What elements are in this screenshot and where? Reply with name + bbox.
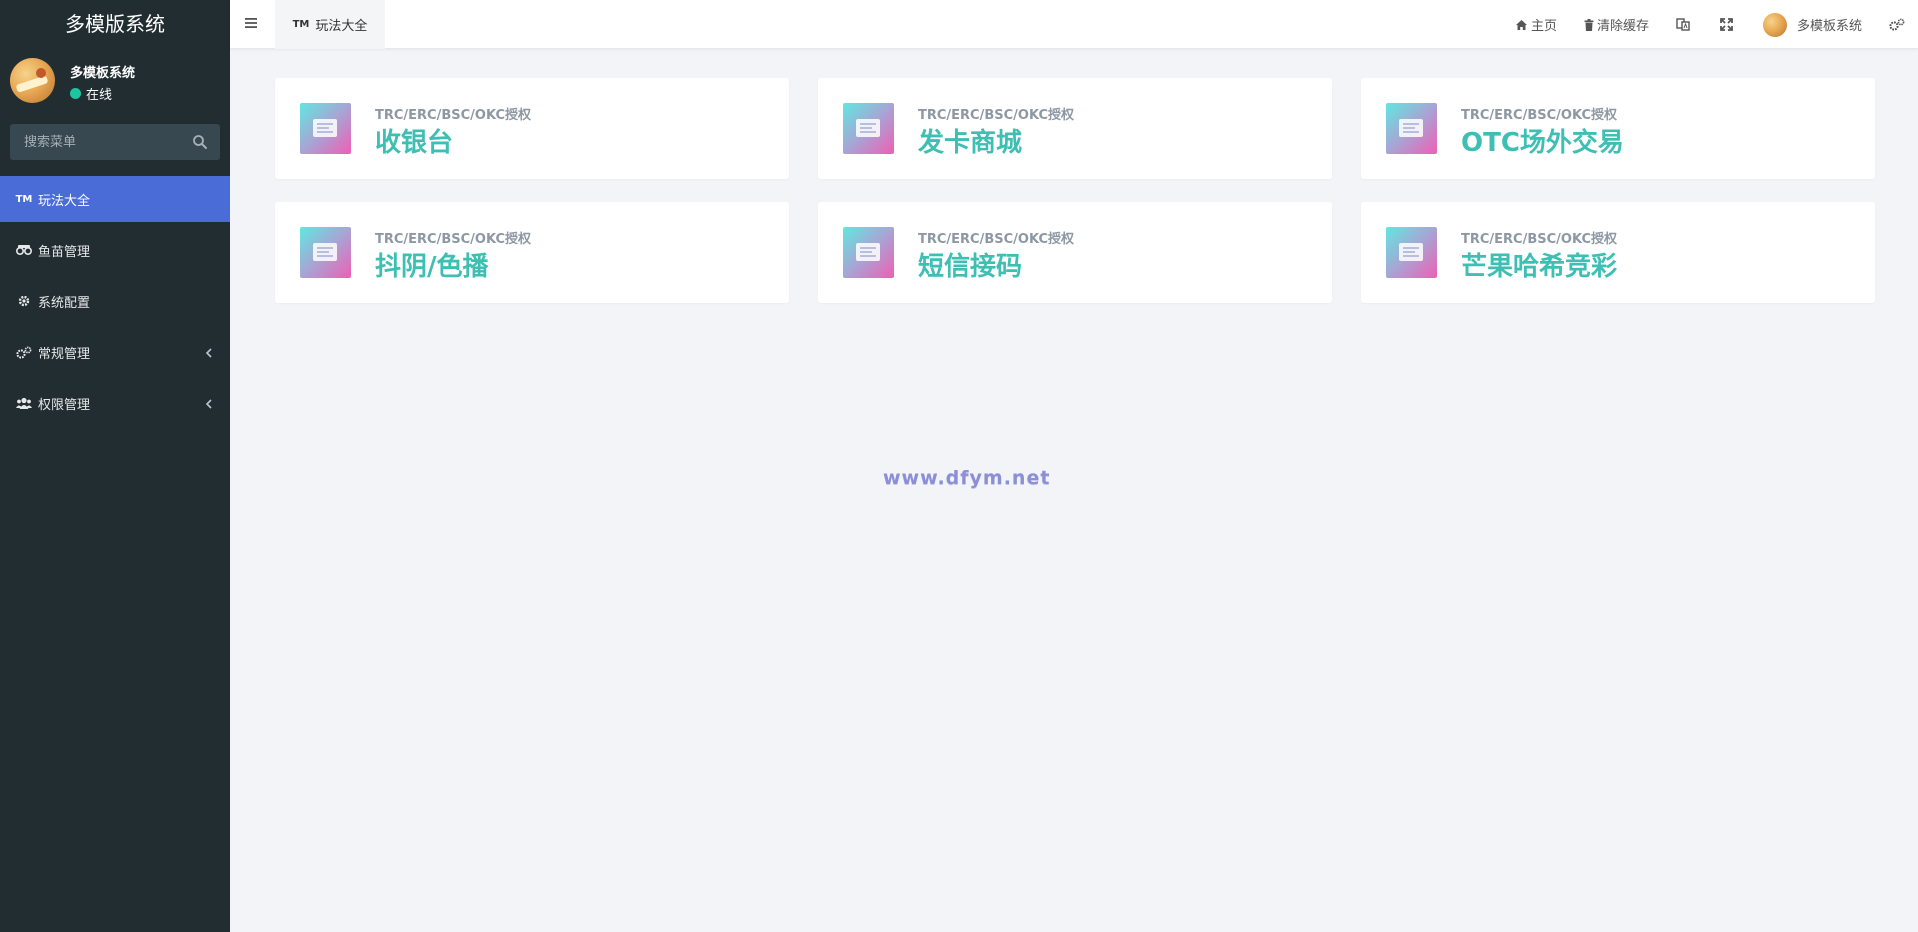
tm-icon: TM [15, 193, 33, 205]
gears-icon [16, 345, 32, 359]
document-icon [1386, 103, 1437, 154]
card-title: 短信接码 [918, 252, 1023, 282]
sidebar-item-gameplay[interactable]: TM 玩法大全 [0, 176, 230, 222]
card-subtitle: TRC/ERC/BSC/OKC授权 [1461, 232, 1617, 247]
app-card-otc[interactable]: TRC/ERC/BSC/OKC授权 OTC场外交易 [1361, 78, 1875, 179]
app-card-cashier[interactable]: TRC/ERC/BSC/OKC授权 收银台 [275, 78, 789, 179]
home-link[interactable]: 主页 [1515, 15, 1557, 34]
sidebar-item-label: 鱼苗管理 [38, 244, 91, 260]
avatar [1762, 12, 1787, 37]
card-title: 抖阴/色播 [375, 252, 489, 282]
card-title: 发卡商城 [918, 128, 1023, 158]
translate-button[interactable] [1676, 18, 1693, 31]
card-subtitle: TRC/ERC/BSC/OKC授权 [918, 108, 1074, 123]
sidebar-item-label: 常规管理 [38, 346, 91, 362]
menu-toggle-icon[interactable] [244, 16, 258, 30]
sidebar-item-system-config[interactable]: 系统配置 [0, 278, 230, 324]
card-title: 芒果哈希竞彩 [1461, 252, 1618, 282]
fullscreen-button[interactable] [1720, 18, 1736, 31]
sidebar-item-general[interactable]: 常规管理 [0, 329, 230, 375]
document-icon [300, 103, 351, 154]
chevron-left-icon [205, 348, 212, 358]
user-status: 在线 [70, 84, 112, 103]
tm-icon: TM [292, 19, 310, 30]
card-subtitle: TRC/ERC/BSC/OKC授权 [375, 232, 531, 247]
card-title: 收银台 [375, 128, 454, 158]
app-card-live[interactable]: TRC/ERC/BSC/OKC授权 抖阴/色播 [275, 202, 789, 303]
clear-cache-label: 清除缓存 [1596, 19, 1649, 34]
navbar-right: 主页 清除缓存 多模板系统 [1515, 0, 1918, 49]
app-card-hash-lottery[interactable]: TRC/ERC/BSC/OKC授权 芒果哈希竞彩 [1361, 202, 1875, 303]
sidebar-item-permissions[interactable]: 权限管理 [0, 380, 230, 426]
home-label: 主页 [1530, 19, 1557, 34]
watermark: www.dfym.net [883, 467, 1051, 489]
card-subtitle: TRC/ERC/BSC/OKC授权 [918, 232, 1074, 247]
online-dot-icon [70, 88, 81, 99]
document-icon [843, 227, 894, 278]
binoculars-icon [16, 243, 32, 257]
fullscreen-icon [1720, 18, 1733, 31]
document-icon [300, 227, 351, 278]
search-icon[interactable] [192, 134, 208, 150]
user-panel: 多模板系统 在线 [0, 48, 230, 118]
gear-icon [16, 294, 32, 308]
settings-button[interactable] [1889, 18, 1908, 31]
card-subtitle: TRC/ERC/BSC/OKC授权 [375, 108, 531, 123]
users-icon [16, 396, 32, 410]
translate-icon [1676, 18, 1690, 31]
username-label: 多模板系统 [1796, 19, 1862, 34]
tab-label: 玩法大全 [315, 19, 368, 34]
card-title: OTC场外交易 [1461, 128, 1624, 158]
sidebar-item-label: 系统配置 [38, 295, 91, 311]
user-menu[interactable]: 多模板系统 [1762, 12, 1862, 37]
search-input[interactable] [10, 124, 180, 160]
chevron-left-icon [205, 399, 212, 409]
app-card-sms[interactable]: TRC/ERC/BSC/OKC授权 短信接码 [818, 202, 1332, 303]
card-subtitle: TRC/ERC/BSC/OKC授权 [1461, 108, 1617, 123]
sidebar-menu: TM 玩法大全 鱼苗管理 系统配置 常规管理 权限管理 [0, 176, 230, 431]
document-icon [843, 103, 894, 154]
document-icon [1386, 227, 1437, 278]
avatar [10, 58, 55, 103]
app-card-card-shop[interactable]: TRC/ERC/BSC/OKC授权 发卡商城 [818, 78, 1332, 179]
sidebar-item-label: 权限管理 [38, 397, 91, 413]
status-label: 在线 [86, 88, 113, 103]
tab-gameplay[interactable]: TM 玩法大全 [275, 0, 385, 49]
brand-title[interactable]: 多模版系统 [0, 0, 230, 48]
gears-icon [1889, 18, 1905, 31]
sidebar-item-label: 玩法大全 [38, 193, 91, 209]
user-name: 多模板系统 [70, 66, 136, 81]
top-navbar: TM 玩法大全 主页 清除缓存 多模板系统 [230, 0, 1918, 49]
trash-icon [1584, 18, 1594, 31]
home-icon [1515, 19, 1527, 30]
menu-search [10, 124, 220, 160]
sidebar: 多模版系统 多模板系统 在线 TM 玩法大全 鱼苗管理 [0, 0, 230, 932]
clear-cache-button[interactable]: 清除缓存 [1584, 15, 1649, 34]
sidebar-item-fish[interactable]: 鱼苗管理 [0, 227, 230, 273]
